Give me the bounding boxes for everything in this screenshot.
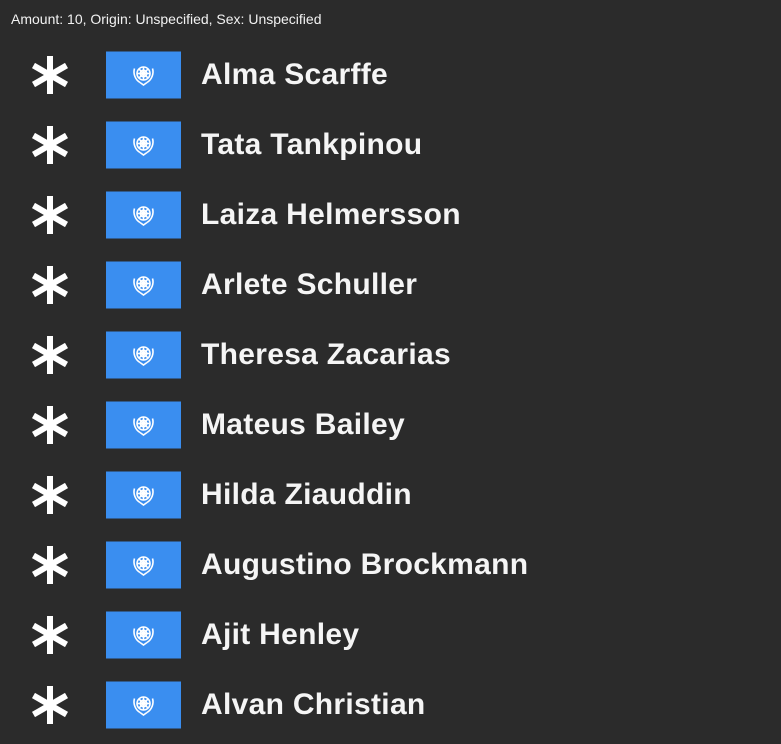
- list-item: Alvan Christian: [0, 670, 781, 740]
- un-flag-icon: [106, 51, 181, 99]
- list-item: Arlete Schuller: [0, 250, 781, 320]
- asterisk-icon: [28, 613, 72, 657]
- person-name: Arlete Schuller: [201, 268, 418, 301]
- asterisk-icon: [28, 263, 72, 307]
- asterisk-icon: [28, 123, 72, 167]
- person-name: Tata Tankpinou: [201, 128, 423, 161]
- un-flag-icon: [106, 401, 181, 449]
- list-item: Mateus Bailey: [0, 390, 781, 460]
- un-flag-icon: [106, 471, 181, 519]
- list-item: Ajit Henley: [0, 600, 781, 670]
- person-name: Augustino Brockmann: [201, 548, 529, 581]
- person-name: Mateus Bailey: [201, 408, 405, 441]
- results-summary: Amount: 10, Origin: Unspecified, Sex: Un…: [11, 11, 322, 27]
- asterisk-icon: [28, 403, 72, 447]
- asterisk-icon: [28, 543, 72, 587]
- person-name: Ajit Henley: [201, 618, 360, 651]
- un-flag-icon: [106, 261, 181, 309]
- asterisk-icon: [28, 53, 72, 97]
- asterisk-icon: [28, 333, 72, 377]
- asterisk-icon: [28, 473, 72, 517]
- person-name: Alma Scarffe: [201, 58, 389, 91]
- list-item: Tata Tankpinou: [0, 110, 781, 180]
- person-name: Hilda Ziauddin: [201, 478, 412, 511]
- list-item: Hilda Ziauddin: [0, 460, 781, 530]
- list-item: Theresa Zacarias: [0, 320, 781, 390]
- un-flag-icon: [106, 121, 181, 169]
- asterisk-icon: [28, 193, 72, 237]
- list-item: Augustino Brockmann: [0, 530, 781, 600]
- un-flag-icon: [106, 611, 181, 659]
- person-name: Laiza Helmersson: [201, 198, 461, 231]
- un-flag-icon: [106, 541, 181, 589]
- list-item: Laiza Helmersson: [0, 180, 781, 250]
- person-name: Theresa Zacarias: [201, 338, 451, 371]
- asterisk-icon: [28, 683, 72, 727]
- list-item: Alma Scarffe: [0, 40, 781, 110]
- un-flag-icon: [106, 681, 181, 729]
- un-flag-icon: [106, 191, 181, 239]
- person-name: Alvan Christian: [201, 688, 426, 721]
- un-flag-icon: [106, 331, 181, 379]
